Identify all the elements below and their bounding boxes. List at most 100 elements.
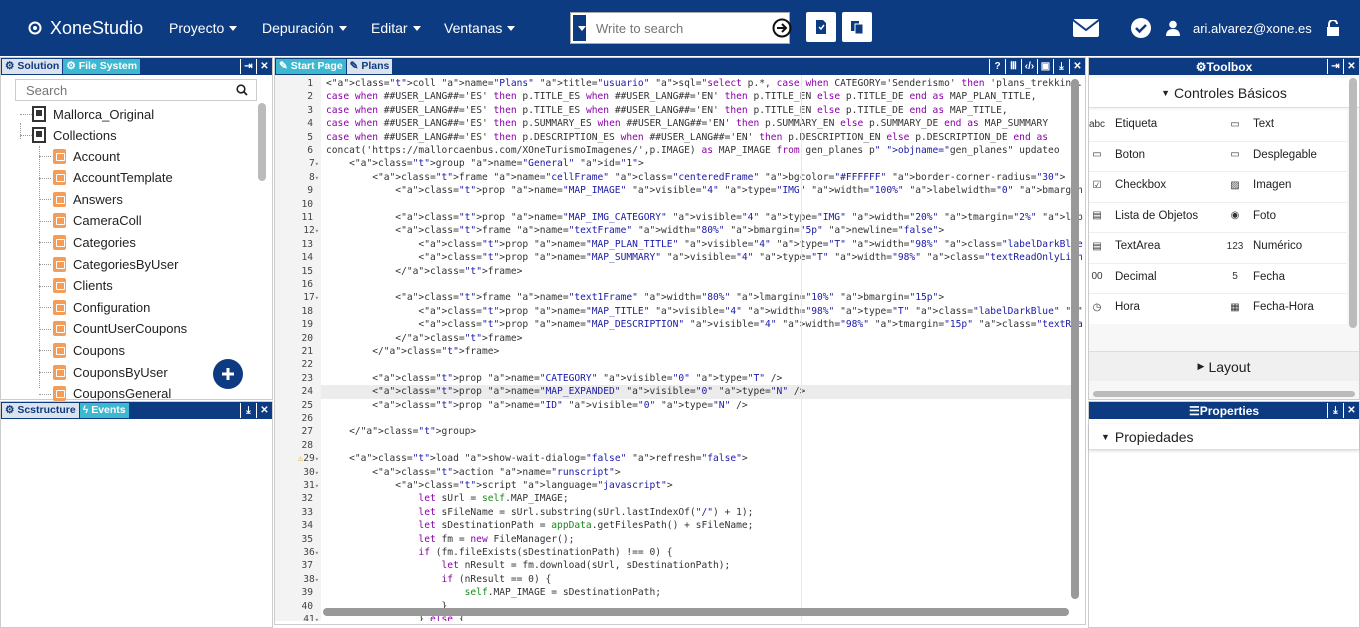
search-scope-dropdown[interactable]	[571, 13, 588, 43]
code-line[interactable]: <"a">class="t">frame "a">name="cellFrame…	[326, 171, 1065, 184]
columns-icon[interactable]: Ⅲ	[1005, 59, 1021, 74]
menu-proyecto[interactable]: Proyecto	[169, 0, 238, 56]
code-line[interactable]: </"a">class="t">frame>	[326, 332, 522, 345]
line-number[interactable]: 21	[275, 345, 319, 358]
line-number[interactable]: 41▾	[275, 613, 319, 621]
menu-depuracion[interactable]: Depuración	[262, 0, 347, 56]
code-line[interactable]: concat('https://mallorcaenbus.com/XOneTu…	[326, 144, 1060, 157]
code-line[interactable]: let sUrl = self.MAP_IMAGE;	[326, 492, 568, 505]
line-number[interactable]: 38▾	[275, 573, 319, 586]
tree-scrollbar[interactable]	[258, 103, 266, 181]
code-line[interactable]: </"a">class="t">group>	[326, 425, 476, 438]
code-line[interactable]: let sFileName = sUrl.substring(sUrl.last…	[326, 506, 753, 519]
code-line[interactable]: if (fm.fileExists(sDestinationPath) !== …	[326, 546, 672, 559]
tool-item[interactable]: ◷ Hora	[1089, 298, 1140, 316]
code-line[interactable]: <"a">class="t">script "a">language="java…	[326, 479, 672, 492]
code-line[interactable]: <"a">class="t">prop "a">name="MAP_IMAGE"…	[326, 184, 1083, 197]
tree-item[interactable]: Coupons	[53, 340, 125, 360]
tree-item[interactable]: Clients	[53, 276, 113, 296]
line-number[interactable]: 22	[275, 358, 319, 371]
logout-button[interactable]	[1326, 0, 1340, 56]
tab-plans[interactable]: ✎ Plans	[346, 59, 393, 74]
code-line[interactable]: self.MAP_IMAGE = sDestinationPath;	[326, 586, 661, 599]
download-icon[interactable]: ⤓	[1053, 59, 1069, 74]
line-number[interactable]: 10	[275, 198, 319, 211]
line-number[interactable]: 40	[275, 600, 319, 613]
editor-horizontal-scrollbar[interactable]	[323, 608, 1069, 616]
line-number[interactable]: 1	[275, 77, 319, 90]
tool-item[interactable]: ◉ Foto	[1227, 207, 1276, 225]
line-number[interactable]: 27	[275, 425, 319, 438]
tool-item[interactable]: ▤ Lista de Objetos	[1089, 207, 1198, 225]
tree-folder-collections[interactable]: Collections	[32, 125, 117, 145]
tool-item[interactable]: ▭ Text	[1227, 115, 1274, 133]
line-number[interactable]: 19	[275, 318, 319, 331]
close-icon[interactable]: ✕	[1069, 59, 1085, 74]
search-go-button[interactable]	[772, 13, 792, 43]
line-number[interactable]: 24	[275, 385, 319, 398]
line-number[interactable]: 3	[275, 104, 319, 117]
line-number[interactable]: 8▾	[275, 171, 319, 184]
tab-file-system[interactable]: ⚙ File System	[63, 59, 141, 74]
code-line[interactable]: </"a">class="t">frame>	[326, 265, 522, 278]
propiedades-section-header[interactable]: ▼ Propiedades	[1089, 424, 1359, 450]
controles-basicos-section-header[interactable]: ▼ Controles Básicos	[1089, 78, 1359, 108]
code-line[interactable]: let fm = new FileManager();	[326, 533, 574, 546]
add-button[interactable]	[213, 359, 243, 389]
save-icon[interactable]: ▣	[1037, 59, 1053, 74]
code-line[interactable]: let sDestinationPath = appData.getFilesP…	[326, 519, 753, 532]
line-number[interactable]: 34	[275, 519, 319, 532]
close-icon[interactable]: ✕	[1343, 59, 1359, 74]
download-icon[interactable]: ⤓	[240, 403, 256, 418]
line-number[interactable]: 5	[275, 131, 319, 144]
line-number[interactable]: 25	[275, 399, 319, 412]
line-number[interactable]: 9	[275, 184, 319, 197]
line-number[interactable]: 17▾	[275, 291, 319, 304]
menu-editar[interactable]: Editar	[371, 0, 421, 56]
line-number[interactable]: 16	[275, 278, 319, 291]
tool-item[interactable]: 123 Numérico	[1227, 237, 1303, 255]
tool-item[interactable]: ▤ TextArea	[1089, 237, 1160, 255]
line-number[interactable]: 26	[275, 412, 319, 425]
user-menu[interactable]: ari.alvarez@xone.es	[1166, 0, 1312, 56]
tool-item[interactable]: ▭ Boton	[1089, 146, 1145, 164]
code-line[interactable]: <"a">class="t">frame "a">name="text1Fram…	[326, 291, 944, 304]
tool-item[interactable]: 00 Decimal	[1089, 268, 1156, 286]
tree-item[interactable]: CountUserCoupons	[53, 319, 187, 339]
line-number[interactable]: 4	[275, 117, 319, 130]
download-icon[interactable]: ⤓	[1327, 403, 1343, 418]
code-line[interactable]: <"a">class="t">prop "a">name="ID" "a">vi…	[326, 399, 747, 412]
bookmark-button[interactable]	[806, 12, 836, 42]
toolbox-horizontal-scrollbar[interactable]	[1093, 391, 1355, 397]
tree-search-input[interactable]	[16, 82, 236, 98]
tree-item[interactable]: CameraColl	[53, 211, 142, 231]
tree-item[interactable]: Account	[53, 146, 120, 166]
code-line[interactable]: <"a">class="t">prop "a">name="MAP_DESCRI…	[326, 318, 1083, 331]
tab-start-page[interactable]: ✎ Start Page	[276, 59, 346, 74]
tool-item[interactable]: ▦ Fecha-Hora	[1227, 298, 1313, 316]
editor-vertical-scrollbar[interactable]	[1071, 79, 1079, 599]
code-line[interactable]: case when ##USER_LANG##='ES' then p.SUMM…	[326, 117, 1048, 130]
menu-ventanas[interactable]: Ventanas	[444, 0, 516, 56]
line-number[interactable]: 6	[275, 144, 319, 157]
line-number[interactable]: 30▾	[275, 466, 319, 479]
tree-item[interactable]: CouponsByUser	[53, 362, 168, 382]
line-number[interactable]: 12▾	[275, 224, 319, 237]
tab-structure[interactable]: ⚙ Scstructure	[2, 403, 79, 418]
code-line[interactable]: <"a">class="t">group "a">name="General" …	[326, 157, 644, 170]
code-line[interactable]: <"a">class="t">prop "a">name="MAP_PLAN_T…	[326, 238, 1083, 251]
line-number[interactable]: ⚠29▾	[275, 452, 319, 465]
tree-item[interactable]: Categories	[53, 232, 136, 252]
line-number[interactable]: 13	[275, 238, 319, 251]
tree-item[interactable]: Answers	[53, 189, 123, 209]
copy-button[interactable]	[842, 12, 872, 42]
tree-item[interactable]: CategoriesByUser	[53, 254, 179, 274]
line-number[interactable]: 28	[275, 439, 319, 452]
line-number[interactable]: 32	[275, 492, 319, 505]
line-number[interactable]: 37	[275, 559, 319, 572]
line-number[interactable]: 20	[275, 332, 319, 345]
line-number[interactable]: 14	[275, 251, 319, 264]
code-line[interactable]: <"a">class="t">frame "a">name="textFrame…	[326, 224, 944, 237]
line-number[interactable]: 39	[275, 586, 319, 599]
code-line[interactable]: case when ##USER_LANG##='ES' then p.TITL…	[326, 104, 1008, 117]
